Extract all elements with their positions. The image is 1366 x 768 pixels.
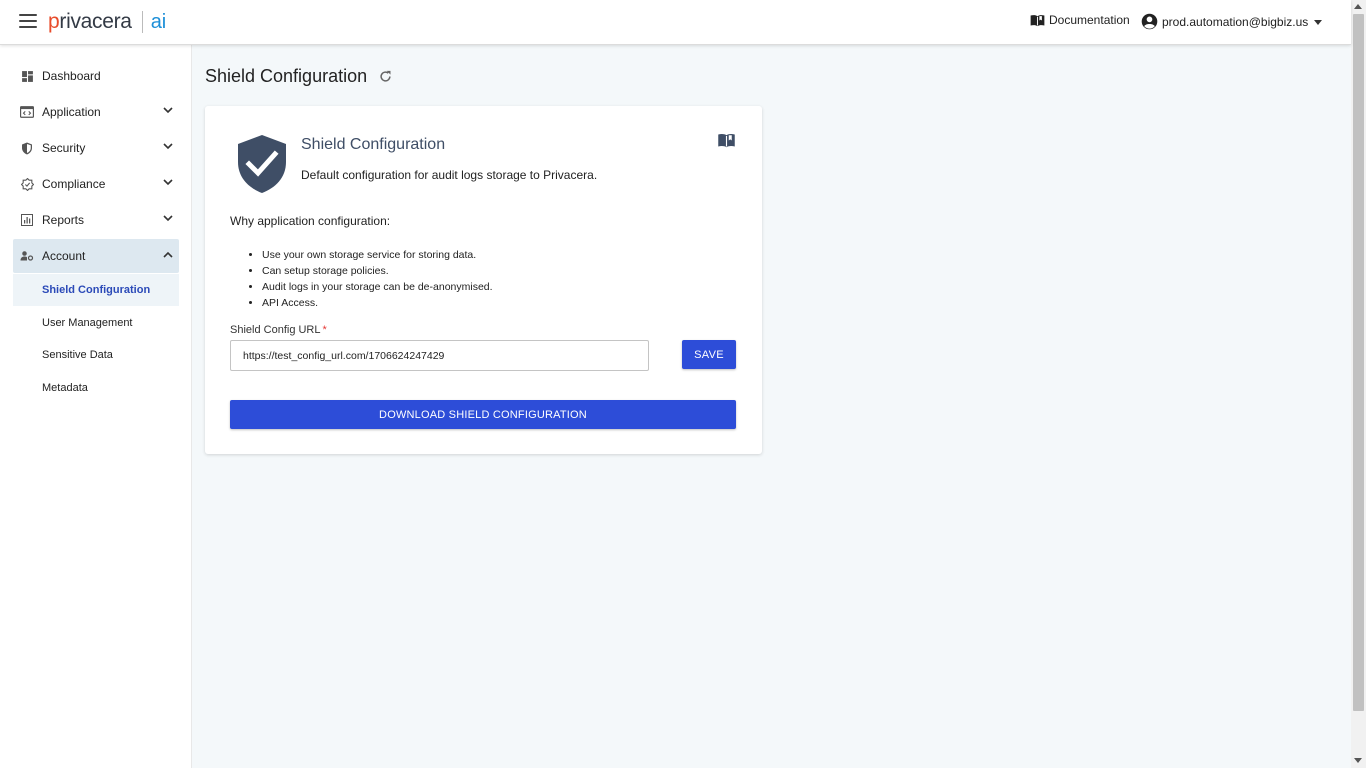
save-button[interactable]: SAVE [682,340,736,369]
logo-ai: ai [150,10,167,33]
documentation-label: Documentation [1049,13,1130,27]
sidebar-subitem-shield-configuration[interactable]: Shield Configuration [13,274,179,306]
sidebar-item-reports[interactable]: Reports [13,203,179,237]
logo-divider [141,11,143,33]
page-title-row: Shield Configuration [205,66,393,87]
hamburger-menu-icon[interactable] [19,14,37,30]
scroll-down-arrow-icon[interactable] [1354,758,1362,763]
book-icon [1030,14,1045,26]
list-item: API Access. [262,295,493,311]
benefits-list: Use your own storage service for storing… [262,247,493,311]
documentation-link[interactable]: Documentation [1030,13,1130,27]
security-shield-icon [20,141,34,155]
user-account-menu[interactable]: prod.automation@bigbiz.us [1141,13,1323,30]
sidebar-item-label: Account [42,249,86,263]
chevron-up-icon [163,251,173,258]
dashboard-icon [20,69,34,83]
account-settings-icon [20,249,34,263]
sidebar-item-compliance[interactable]: Compliance [13,167,179,201]
sidebar-subitem-sensitive-data[interactable]: Sensitive Data [13,339,179,371]
shield-config-url-label: Shield Config URL * [230,324,327,336]
field-label-text: Shield Config URL [230,324,321,336]
shield-config-card: Shield Configuration Default configurati… [205,106,762,454]
sidebar-subitem-user-management[interactable]: User Management [13,307,179,339]
list-item: Can setup storage policies. [262,263,493,279]
sidebar-item-account[interactable]: Account [13,239,179,273]
sidebar-item-label: Compliance [42,177,106,191]
card-title: Shield Configuration [301,136,446,153]
documentation-book-icon[interactable] [717,133,736,148]
download-shield-configuration-button[interactable]: DOWNLOAD SHIELD CONFIGURATION [230,400,736,429]
logo-wordmark: privacera [48,10,132,33]
account-circle-icon [1141,13,1158,30]
chevron-down-icon [163,107,173,114]
vertical-scrollbar[interactable] [1351,0,1366,768]
why-heading: Why application configuration: [230,214,391,228]
card-description: Default configuration for audit logs sto… [301,168,598,182]
list-item: Use your own storage service for storing… [262,247,493,263]
compliance-badge-icon [20,177,34,191]
sidebar-item-label: Reports [42,213,85,227]
sidebar-item-label: Application [42,105,101,119]
sidebar-subitem-metadata[interactable]: Metadata [13,372,179,404]
chevron-down-icon [163,215,173,222]
refresh-icon[interactable] [378,69,393,84]
chevron-down-icon [163,143,173,150]
user-email: prod.automation@bigbiz.us [1162,14,1309,29]
application-icon [20,105,34,119]
scroll-up-arrow-icon[interactable] [1354,4,1362,9]
sidebar-item-label: Dashboard [42,69,101,83]
shield-check-icon [238,135,286,193]
scrollbar-thumb[interactable] [1353,14,1364,711]
chevron-down-icon [1314,20,1323,25]
privacera-logo[interactable]: privacera ai [48,9,166,35]
sidebar-item-label: Security [42,141,86,155]
sidebar-item-application[interactable]: Application [13,95,179,129]
page-title: Shield Configuration [205,66,368,86]
sidebar-item-dashboard[interactable]: Dashboard [13,59,179,93]
shield-config-url-input[interactable] [230,340,649,371]
reports-chart-icon [20,213,34,227]
sidebar-item-security[interactable]: Security [13,131,179,165]
sidebar: Dashboard Application Security Complianc… [0,45,192,768]
list-item: Audit logs in your storage can be de-ano… [262,279,493,295]
chevron-down-icon [163,179,173,186]
required-asterisk: * [322,324,327,336]
top-header: privacera ai Documentation prod.automati… [0,0,1351,45]
